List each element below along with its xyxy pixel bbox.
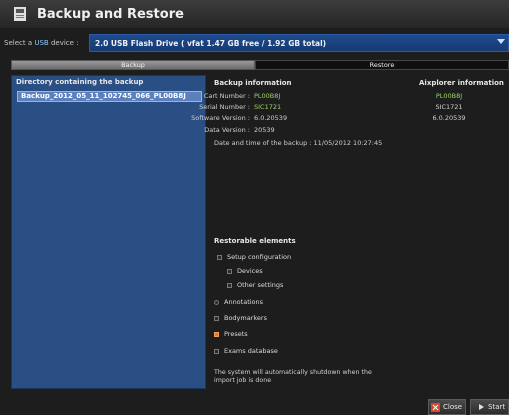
tab-restore[interactable]: Restore [255, 60, 509, 70]
other-settings-checkbox[interactable] [227, 282, 232, 288]
annotations-label: Annotations [224, 298, 264, 306]
close-button[interactable]: Close [428, 399, 466, 415]
close-icon [431, 402, 440, 412]
usb-device-select[interactable]: 2.0 USB Flash Drive ( vfat 1.47 GB free … [89, 34, 509, 52]
directory-header: Directory containing the backup [16, 78, 144, 86]
exams-database-option[interactable]: Exams database [214, 347, 278, 355]
usb-device-value: 2.0 USB Flash Drive ( vfat 1.47 GB free … [95, 38, 327, 48]
device-row: Select a USB device : 2.0 USB Flash Driv… [0, 34, 509, 52]
tab-backup[interactable]: Backup [11, 60, 255, 70]
aixplorer-software-value: 6.0.20539 [432, 114, 466, 122]
cart-number-label: Cart Number : [203, 92, 250, 100]
play-icon [479, 404, 484, 410]
aixplorer-info-title: Aixplorer information [419, 79, 504, 87]
devices-option[interactable]: Devices [227, 267, 263, 275]
aixplorer-cart-value: PL00B8J [435, 92, 463, 100]
cart-number-value: PL00B8J [254, 92, 281, 100]
presets-option[interactable]: Presets [214, 330, 248, 338]
other-settings-option[interactable]: Other settings [227, 281, 283, 289]
exams-checkbox[interactable] [214, 348, 219, 354]
start-button[interactable]: Start [470, 399, 509, 415]
chevron-down-icon[interactable] [497, 39, 505, 44]
data-version-label: Data Version : [204, 126, 250, 134]
other-settings-label: Other settings [237, 281, 284, 289]
serial-number-label: Serial Number : [199, 103, 250, 111]
serial-number-value: SIC1721 [254, 103, 282, 111]
devices-checkbox[interactable] [227, 268, 232, 274]
setup-configuration-option[interactable]: Setup configuration [217, 253, 291, 261]
software-version-value: 6.0.20539 [254, 114, 288, 122]
shutdown-note: The system will automatically shutdown w… [214, 369, 372, 384]
start-label: Start [488, 403, 506, 411]
device-label: Select a USB device : [4, 39, 79, 47]
data-version-value: 20539 [254, 126, 275, 134]
bodymarkers-label: Bodymarkers [224, 314, 267, 322]
exams-label: Exams database [224, 347, 278, 355]
presets-checkbox[interactable] [214, 331, 219, 337]
backup-date: Date and time of the backup : 11/05/2012… [214, 139, 383, 147]
aixplorer-serial-value: SIC1721 [435, 103, 463, 111]
bodymarkers-checkbox[interactable] [214, 315, 219, 321]
software-version-label: Software Version : [191, 114, 250, 122]
devices-label: Devices [237, 267, 263, 275]
bodymarkers-option[interactable]: Bodymarkers [214, 314, 267, 322]
setup-checkbox[interactable] [217, 254, 222, 260]
setup-label: Setup configuration [227, 253, 292, 261]
close-label: Close [443, 403, 463, 411]
backup-info-title: Backup information [214, 79, 292, 87]
restorable-title: Restorable elements [214, 237, 296, 245]
presets-label: Presets [224, 330, 248, 338]
tab-bar: Backup Restore [11, 60, 509, 70]
annotations-option[interactable]: Annotations [214, 298, 263, 306]
data-version-row: Data Version : 20539 [0, 126, 509, 135]
backup-restore-icon [14, 7, 26, 21]
annotations-radio[interactable] [214, 299, 219, 305]
window-title: Backup and Restore [37, 6, 184, 22]
title-bar: Backup and Restore [0, 0, 509, 28]
